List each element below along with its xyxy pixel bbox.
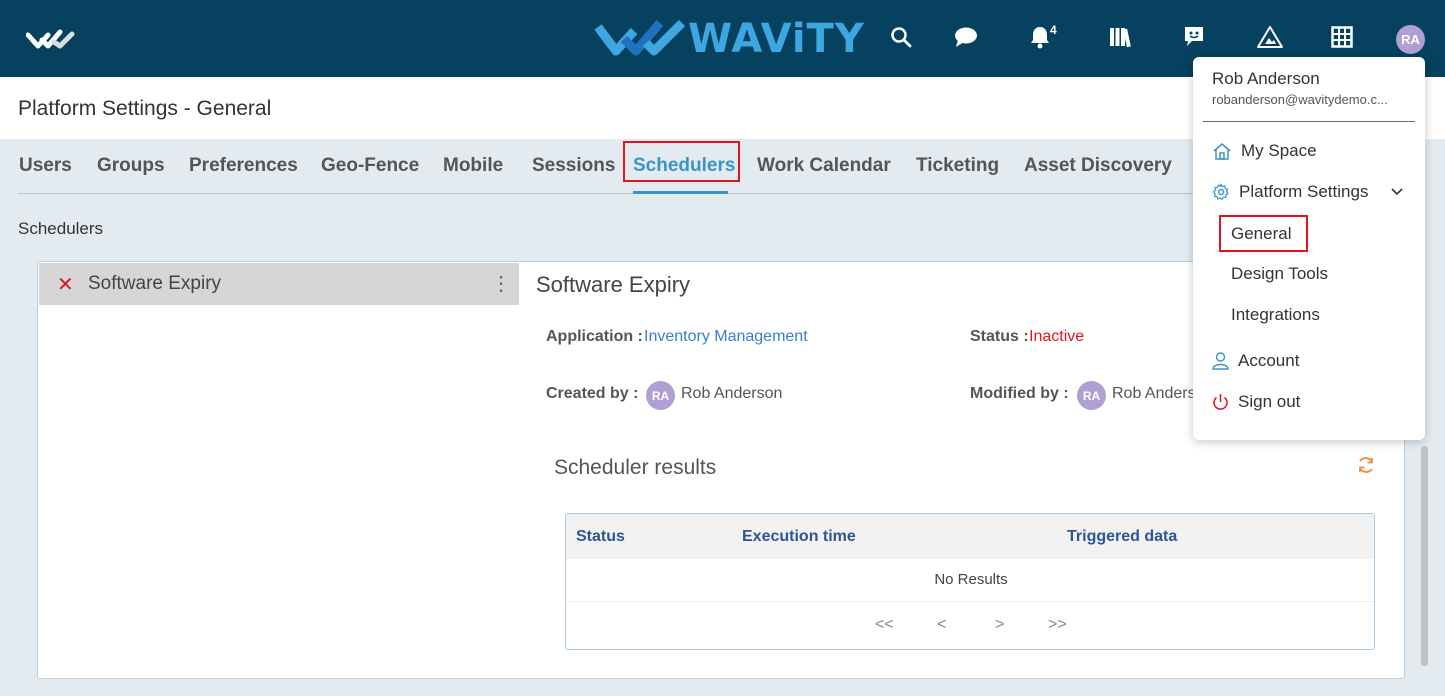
menu-item-design-tools[interactable]: Design Tools (1231, 264, 1328, 284)
tab-asset-discovery[interactable]: Asset Discovery (1024, 155, 1172, 177)
general-menu-highlight (1219, 215, 1308, 252)
created-by-avatar: RA (646, 381, 675, 410)
last-page-button[interactable]: >> (1048, 616, 1067, 634)
scheduler-list-item[interactable]: ✕ Software Expiry ⋮ (39, 263, 519, 305)
menu-item-platform-settings[interactable]: Platform Settings (1212, 182, 1368, 202)
modified-by-avatar: RA (1077, 381, 1106, 410)
library-icon[interactable] (1107, 24, 1133, 50)
pagination: << < > >> (566, 601, 1374, 649)
home-logo-icon[interactable] (26, 26, 76, 52)
first-page-button[interactable]: << (875, 616, 894, 634)
brand-mark-icon (594, 19, 686, 56)
tab-mobile[interactable]: Mobile (443, 155, 503, 177)
menu-item-account-label: Account (1238, 351, 1300, 370)
brand-name: WAViTY (688, 16, 865, 62)
scheduler-results-table: Status Execution time Triggered data No … (565, 513, 1375, 650)
menu-item-sign-out-label: Sign out (1238, 392, 1301, 411)
inactive-x-icon: ✕ (57, 274, 74, 296)
menu-item-sign-out[interactable]: Sign out (1212, 392, 1300, 412)
modified-by-name: Rob Anders (1112, 385, 1196, 402)
user-menu-email: robanderson@wavitydemo.c... (1212, 92, 1388, 107)
status-label: Status : (970, 328, 1029, 345)
scheduler-list-item-label: Software Expiry (88, 273, 222, 294)
power-icon (1213, 394, 1228, 410)
user-menu-divider (1203, 121, 1415, 122)
column-header-execution-time[interactable]: Execution time (742, 528, 856, 546)
application-link[interactable]: Inventory Management (644, 328, 808, 346)
page-title: Platform Settings - General (18, 97, 272, 120)
tab-sessions[interactable]: Sessions (532, 155, 615, 177)
application-label: Application : (546, 328, 643, 345)
gear-icon (1212, 183, 1229, 201)
menu-item-my-space-label: My Space (1241, 141, 1317, 160)
schedulers-tab-highlight (623, 141, 740, 182)
scheduler-results-title: Scheduler results (554, 456, 717, 479)
grid-icon[interactable] (1329, 24, 1355, 50)
no-results-message: No Results (934, 571, 1008, 588)
brand-logo: WAViTY (594, 16, 865, 62)
user-avatar[interactable]: RA (1396, 25, 1425, 54)
tab-geo-fence[interactable]: Geo-Fence (321, 155, 419, 177)
tab-work-calendar[interactable]: Work Calendar (757, 155, 891, 177)
tab-ticketing[interactable]: Ticketing (916, 155, 999, 177)
menu-item-integrations[interactable]: Integrations (1231, 305, 1320, 325)
menu-item-my-space[interactable]: My Space (1212, 141, 1317, 161)
scheduler-detail-title: Software Expiry (536, 272, 691, 297)
menu-item-platform-settings-label: Platform Settings (1239, 182, 1369, 201)
table-header: Status Execution time Triggered data (566, 514, 1374, 559)
column-header-status[interactable]: Status (576, 528, 625, 546)
tab-users[interactable]: Users (19, 155, 72, 177)
active-tab-indicator (633, 191, 728, 194)
tab-preferences[interactable]: Preferences (189, 155, 298, 177)
next-page-button[interactable]: > (995, 616, 1004, 634)
home-icon (1213, 143, 1231, 160)
search-icon[interactable] (888, 24, 914, 50)
menu-item-account[interactable]: Account (1212, 351, 1299, 371)
created-by-label: Created by : (546, 385, 639, 402)
refresh-icon[interactable] (1356, 455, 1376, 475)
status-value: Inactive (1029, 328, 1085, 345)
user-menu-name: Rob Anderson (1212, 69, 1320, 88)
previous-page-button[interactable]: < (937, 616, 946, 634)
notification-count-badge: 4 (1050, 23, 1057, 37)
scrollbar[interactable] (1421, 446, 1428, 666)
section-label: Schedulers (18, 219, 104, 238)
created-by-name: Rob Anderson (681, 385, 783, 402)
feedback-icon[interactable] (1181, 24, 1207, 50)
chevron-down-icon[interactable] (1390, 187, 1404, 197)
tab-groups[interactable]: Groups (97, 155, 165, 177)
modified-by-label: Modified by : (970, 385, 1069, 402)
column-header-triggered-data[interactable]: Triggered data (1067, 528, 1177, 546)
chat-icon[interactable] (953, 24, 979, 50)
user-icon (1212, 352, 1229, 370)
alert-triangle-icon[interactable] (1257, 24, 1283, 50)
more-options-icon[interactable]: ⋮ (491, 271, 511, 297)
